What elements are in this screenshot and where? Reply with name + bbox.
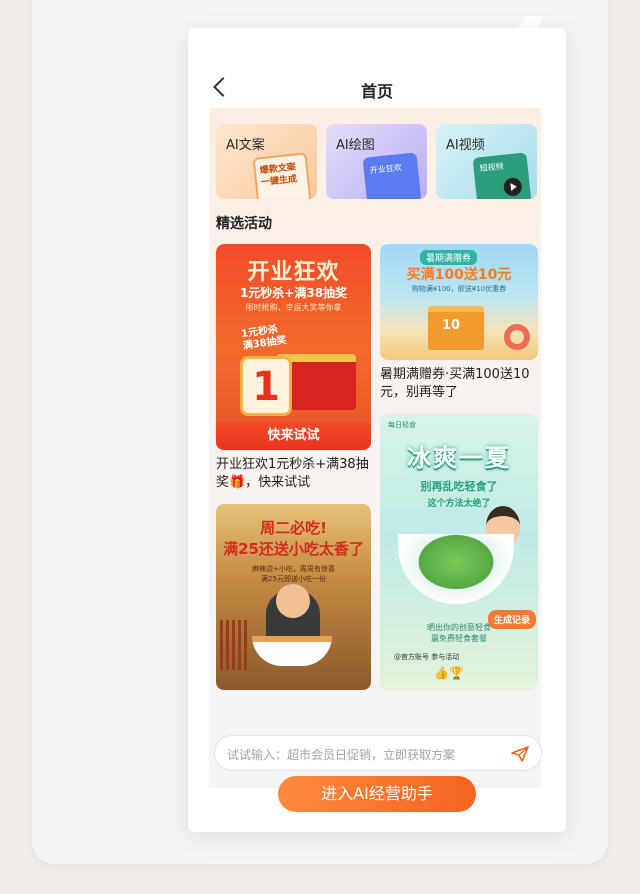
poster-headline: 开业狂欢 [247,260,340,285]
poster-brand: 每日轻食 [388,421,416,429]
post-summer-voucher[interactable]: 暑期满赠券 买满100送10元 购物满¥100，即送¥10优惠券 10 暑期满赠… [380,244,538,404]
diner-face [276,584,310,618]
drawing-thumbnail: 开业狂欢 [362,152,422,199]
thumb-text: 爆款文案 一键生成 [259,162,298,189]
reaction-icons: 👍🏆 [434,666,464,680]
poster-tagline: 这个方法太绝了 [427,499,491,509]
tool-ai-copywriting[interactable]: AI文案 爆款文案 一键生成 [216,124,317,199]
enter-ai-assistant-button[interactable]: 进入AI经营助手 [278,776,476,812]
poster-tag: 暑期满赠券 [420,250,478,265]
prompt-input[interactable]: 试试输入：超市会员日促销，立即获取方案 [214,735,542,771]
poster-tagline: 限时抢购，幸运大奖等你拿 [245,303,342,312]
poster-footer: @官方账号 参与活动 [394,653,460,661]
ai-tools-row: AI文案 爆款文案 一键生成 AI绘图 开业狂欢 AI视频 短视频 [216,124,538,199]
price-tag: 1 [240,356,292,416]
post-caption: 暑期满赠券·买满100送10元，别再等了 [380,367,530,400]
phone-screen: 首页 AI文案 爆款文案 一键生成 AI绘图 开业狂欢 AI视频 短视频 精选活… [188,28,566,832]
tool-label: AI绘图 [336,138,375,153]
post-image: 开业狂欢 1元秒杀+满38抽奖 限时抢购，幸运大奖等你拿 1元秒杀 满38抽奖 … [216,244,371,450]
nav-bar: 首页 [188,28,566,108]
poster-invite: 晒出你的创意轻食 赢免费轻食套餐 [427,623,491,643]
page-title: 首页 [360,82,393,101]
salad-bowl-illustration [398,534,514,604]
post-image: 暑期满赠券 买满100送10元 购物满¥100，即送¥10优惠券 10 [380,244,538,360]
skewers-illustration [220,620,250,670]
poster-subheadline: 麻辣烫+小吃，周周有惊喜 满25元即送小吃一份 [252,565,335,583]
poster-headline: 冰爽一夏 [407,444,511,472]
box-value: 10 [442,318,461,333]
noodle-bowl-illustration [252,636,332,666]
poster-subheadline: 1元秒杀+满38抽奖 [239,286,348,300]
thumb-text: 短视频 [479,161,505,174]
tool-ai-video[interactable]: AI视频 短视频 [436,124,537,199]
poster-headline: 买满100送10元 [406,267,512,283]
post-tuesday-deal[interactable]: 周二必吃! 满25还送小吃太香了 麻辣烫+小吃，周周有惊喜 满25元即送小吃一份 [216,504,371,690]
input-placeholder: 试试输入：超市会员日促销，立即获取方案 [227,748,456,762]
post-ice-cool-summer[interactable]: 每日轻食 冰爽一夏 别再乱吃轻食了 这个方法太绝了 生成记录 晒出你的创意轻食 … [380,414,538,690]
thumb-text: 开业狂欢 [369,162,403,176]
tool-label: AI视频 [446,138,485,153]
video-thumbnail: 短视频 [472,152,532,199]
home-content: AI文案 爆款文案 一键生成 AI绘图 开业狂欢 AI视频 短视频 精选活动 开… [209,108,541,788]
poster-badge: 1元秒杀 满38抽奖 [240,324,288,352]
swim-ring-icon [504,324,530,350]
post-caption: 开业狂欢1元秒杀+满38抽奖🎁，快来试试 [216,457,369,490]
play-icon [502,177,523,197]
poster-subheadline: 别再乱吃轻食了 [420,480,498,493]
try-now-button[interactable]: 快来试试 [216,422,371,450]
section-title: 精选活动 [216,216,272,232]
post-opening-carnival[interactable]: 开业狂欢 1元秒杀+满38抽奖 限时抢购，幸运大奖等你拿 1元秒杀 满38抽奖 … [216,244,371,494]
copywriting-thumbnail: 爆款文案 一键生成 [252,152,312,199]
coupon-box-icon: 10 [428,306,484,350]
poster-subheadline: 购物满¥100，即送¥10优惠券 [411,285,507,293]
send-icon[interactable] [511,746,529,762]
poster-headline: 周二必吃! 满25还送小吃太香了 [223,519,364,558]
tool-label: AI文案 [226,138,265,153]
tool-ai-drawing[interactable]: AI绘图 开业狂欢 [326,124,427,199]
